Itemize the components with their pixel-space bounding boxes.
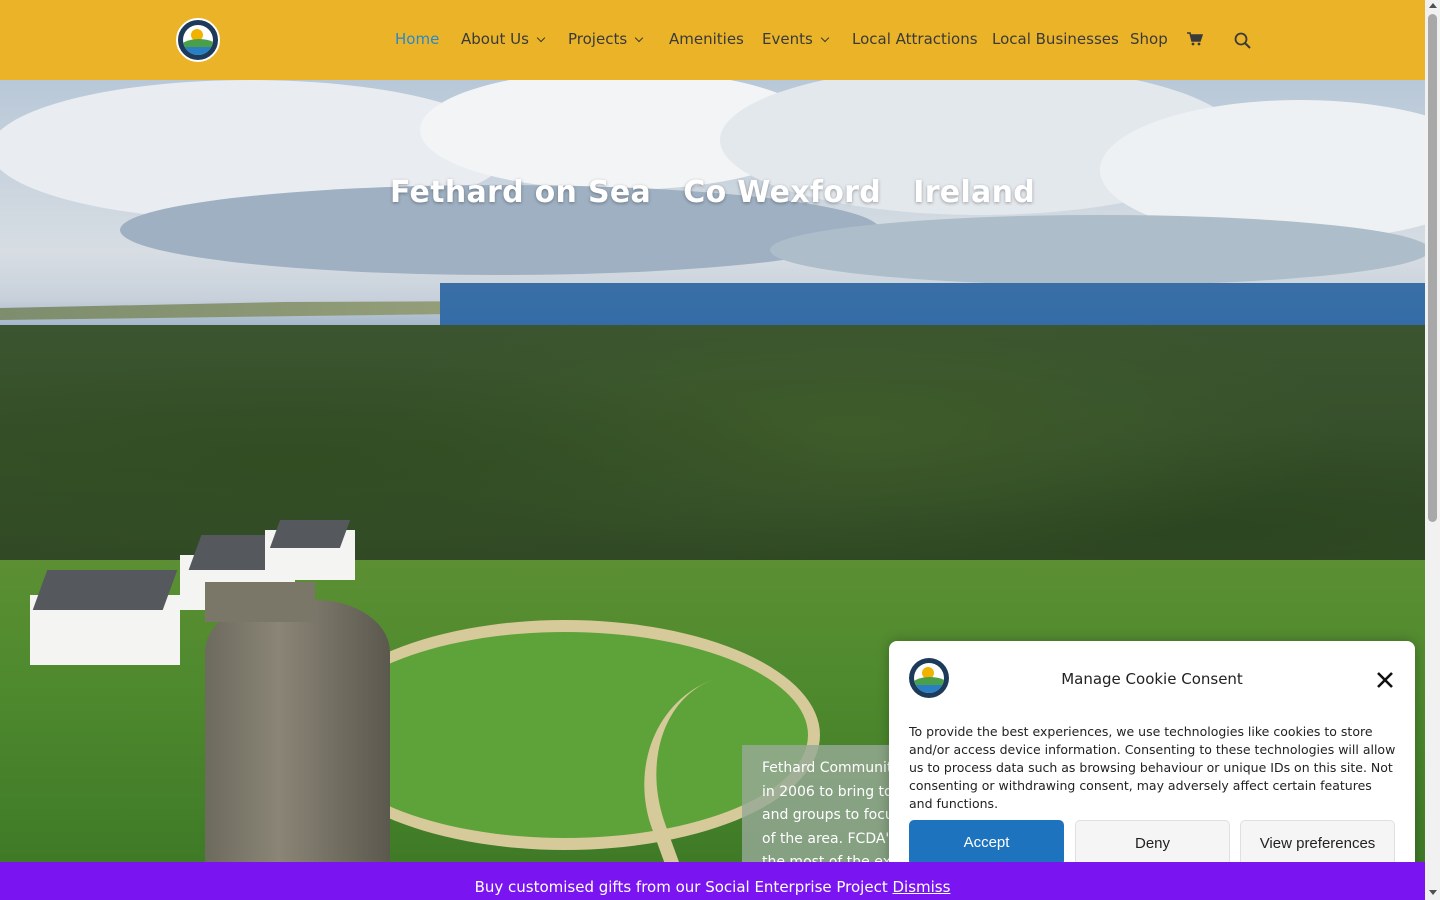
page-scrollbar[interactable] — [1425, 0, 1440, 900]
nav-item-local-attractions[interactable]: Local Attractions — [852, 30, 978, 48]
store-notice-bar: Buy customised gifts from our Social Ent… — [0, 862, 1425, 900]
nav-item-events[interactable]: Events — [762, 30, 830, 48]
accept-button[interactable]: Accept — [909, 820, 1064, 866]
chevron-down-icon — [536, 33, 546, 43]
deny-button[interactable]: Deny — [1075, 820, 1230, 866]
scrollbar-thumb[interactable] — [1428, 14, 1437, 522]
nav-item-amenities[interactable]: Amenities — [669, 30, 744, 48]
nav-item-local-businesses[interactable]: Local Businesses — [992, 30, 1119, 48]
site-header: Home About Us Projects Amenities Events … — [0, 0, 1425, 80]
castle-tower — [205, 582, 390, 862]
cottage-roof — [269, 520, 351, 548]
chevron-down-icon — [634, 33, 644, 43]
cookie-description: To provide the best experiences, we use … — [909, 724, 1396, 811]
cart-icon[interactable] — [1187, 32, 1203, 46]
view-preferences-button[interactable]: View preferences — [1240, 820, 1395, 866]
cookie-title: Manage Cookie Consent — [1061, 670, 1243, 688]
scroll-down-arrow-icon[interactable] — [1429, 890, 1437, 895]
cottage-roof — [32, 570, 178, 610]
logo-emblem — [183, 25, 213, 55]
nav-item-about-us[interactable]: About Us — [461, 30, 546, 48]
store-notice-text: Buy customised gifts from our Social Ent… — [474, 878, 888, 896]
nav-item-home[interactable]: Home — [395, 30, 439, 48]
site-logo[interactable] — [176, 18, 220, 62]
chevron-down-icon — [820, 33, 830, 43]
scroll-up-arrow-icon[interactable] — [1429, 3, 1437, 8]
nav-item-shop[interactable]: Shop — [1130, 30, 1168, 48]
nav-item-projects[interactable]: Projects — [568, 30, 644, 48]
search-icon[interactable] — [1234, 32, 1251, 49]
dismiss-link[interactable]: Dismiss — [892, 878, 950, 896]
close-icon[interactable] — [1376, 671, 1394, 689]
hero-title: Fethard on Sea Co Wexford Ireland — [389, 175, 1036, 210]
